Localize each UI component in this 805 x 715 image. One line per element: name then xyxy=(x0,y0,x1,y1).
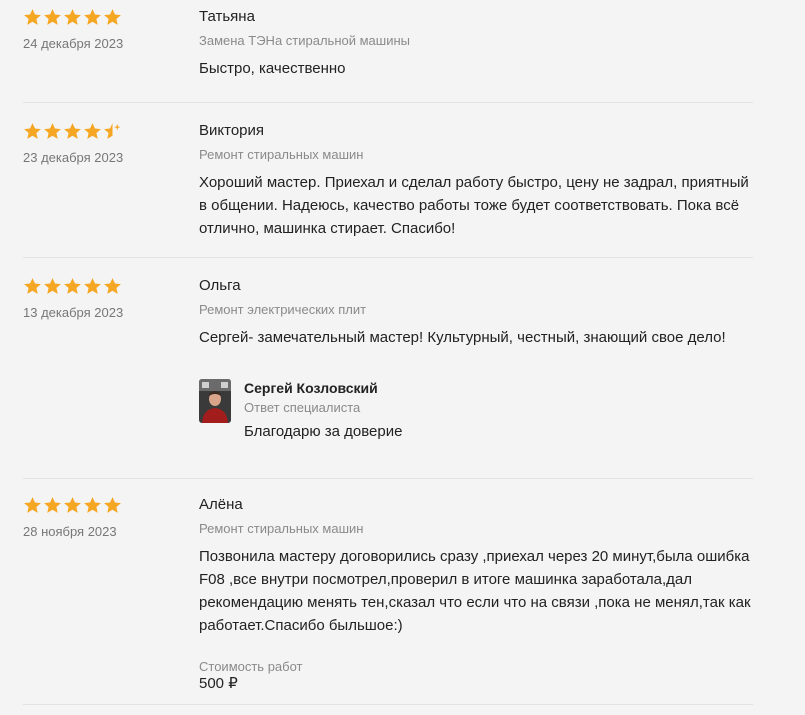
review-text: Быстро, качественно xyxy=(199,60,346,77)
star-full-icon xyxy=(104,8,121,25)
review-date: 23 декабря 2023 xyxy=(23,150,124,165)
review-date: 28 ноября 2023 xyxy=(23,524,117,539)
review-card: 24 декабря 2023 Татьяна Замена ТЭНа стир… xyxy=(23,0,753,103)
review-body: Ольга Ремонт электрических плит Сергей- … xyxy=(199,276,753,478)
reviews-list: 24 декабря 2023 Татьяна Замена ТЭНа стир… xyxy=(0,0,805,705)
review-card: 28 ноября 2023 Алёна Ремонт стиральных м… xyxy=(23,479,753,705)
review-card: 23 декабря 2023 Виктория Ремонт стиральн… xyxy=(23,103,753,258)
reply-content: Сергей Козловский Ответ специалиста Благ… xyxy=(244,379,402,442)
star-full-icon xyxy=(24,122,41,139)
review-service[interactable]: Ремонт стиральных машин xyxy=(199,520,753,537)
star-full-icon xyxy=(44,8,61,25)
rating-stars xyxy=(23,276,199,296)
review-service[interactable]: Ремонт электрических плит xyxy=(199,301,753,318)
star-full-icon xyxy=(84,122,101,139)
star-full-icon xyxy=(104,496,121,513)
specialist-reply: Сергей Козловский Ответ специалиста Благ… xyxy=(199,379,753,442)
star-full-icon xyxy=(44,122,61,139)
cost-value: 500 ₽ xyxy=(199,675,238,692)
star-full-icon xyxy=(84,8,101,25)
review-text: Позвонила мастеру договорились сразу ,пр… xyxy=(199,548,751,634)
star-full-icon xyxy=(44,277,61,294)
review-author: Ольга xyxy=(199,277,241,294)
review-text: Хороший мастер. Приехал и сделал работу … xyxy=(199,174,749,237)
review-service[interactable]: Ремонт стиральных машин xyxy=(199,146,753,163)
cost-label: Стоимость работ xyxy=(199,659,303,674)
star-full-icon xyxy=(64,122,81,139)
reply-author[interactable]: Сергей Козловский xyxy=(244,379,402,397)
review-author: Алёна xyxy=(199,496,243,513)
star-full-icon xyxy=(24,277,41,294)
star-full-icon xyxy=(84,277,101,294)
star-full-icon xyxy=(64,8,81,25)
review-body: Виктория Ремонт стиральных машин Хороший… xyxy=(199,121,753,257)
avatar xyxy=(199,379,231,423)
reply-role: Ответ специалиста xyxy=(244,400,361,415)
star-full-icon xyxy=(104,277,121,294)
review-body: Алёна Ремонт стиральных машин Позвонила … xyxy=(199,495,753,704)
rating-stars xyxy=(23,495,199,515)
review-meta: 23 декабря 2023 xyxy=(23,121,199,257)
star-full-icon xyxy=(24,496,41,513)
star-full-icon xyxy=(44,496,61,513)
star-full-icon xyxy=(64,277,81,294)
review-author: Татьяна xyxy=(199,8,255,25)
rating-stars xyxy=(23,121,199,141)
star-half-icon xyxy=(104,122,121,139)
star-full-icon xyxy=(64,496,81,513)
reply-text: Благодарю за доверие xyxy=(244,423,403,440)
review-service[interactable]: Замена ТЭНа стиральной машины xyxy=(199,32,753,49)
review-date: 24 декабря 2023 xyxy=(23,36,124,51)
review-meta: 24 декабря 2023 xyxy=(23,7,199,102)
review-meta: 28 ноября 2023 xyxy=(23,495,199,704)
review-meta: 13 декабря 2023 xyxy=(23,276,199,478)
rating-stars xyxy=(23,7,199,27)
review-date: 13 декабря 2023 xyxy=(23,305,124,320)
review-author: Виктория xyxy=(199,122,265,139)
review-card: 13 декабря 2023 Ольга Ремонт электрическ… xyxy=(23,258,753,479)
star-full-icon xyxy=(24,8,41,25)
star-full-icon xyxy=(84,496,101,513)
review-body: Татьяна Замена ТЭНа стиральной машины Бы… xyxy=(199,7,753,102)
review-text: Сергей- замечательный мастер! Культурный… xyxy=(199,329,726,346)
